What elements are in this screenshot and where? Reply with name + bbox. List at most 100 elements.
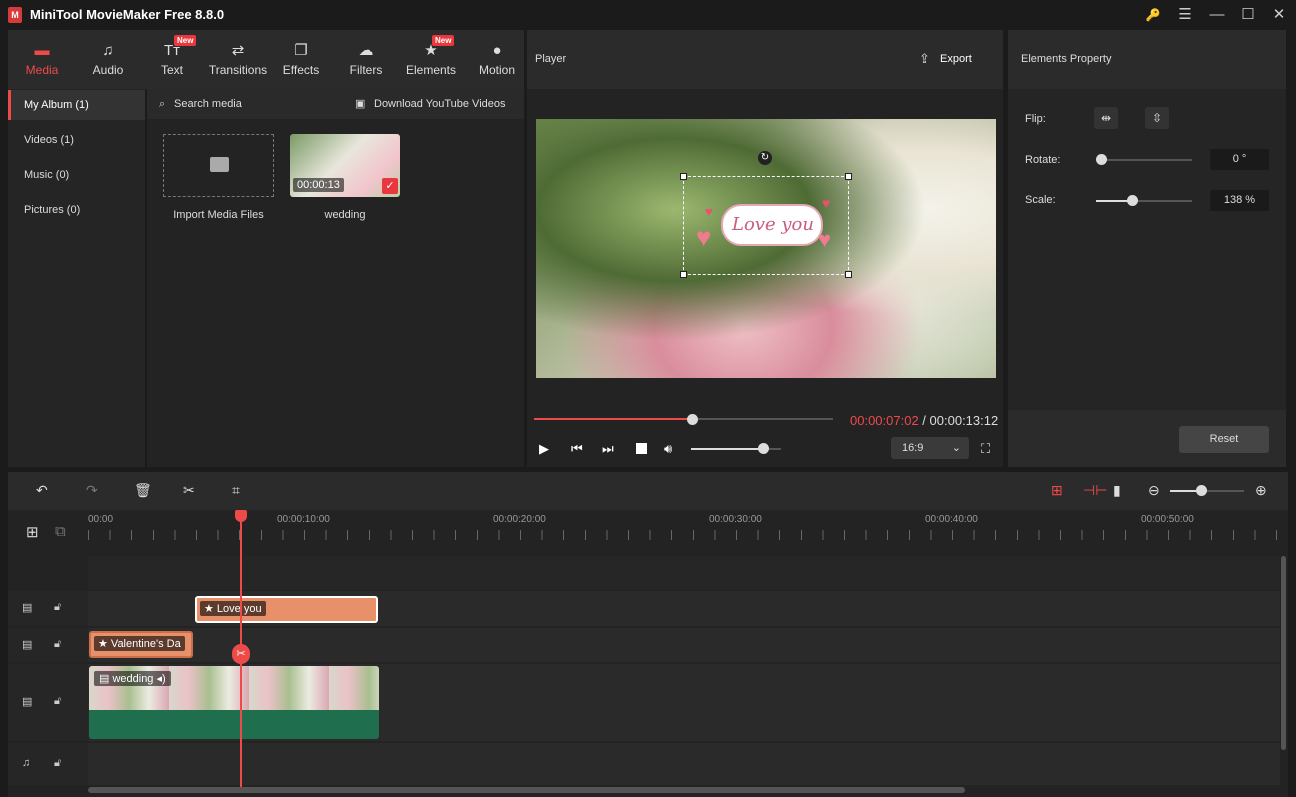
rotate-input[interactable]: 0 °: [1210, 149, 1269, 170]
aspect-ratio-select[interactable]: 16:9 ⌄: [891, 437, 969, 459]
play-icon[interactable]: ▶: [539, 441, 549, 457]
split-icon[interactable]: ✂: [183, 482, 195, 499]
tab-media-label: Media: [25, 63, 59, 77]
ruler-tick-label: 00:00:30:00: [709, 514, 762, 525]
tab-effects-label: Effects: [282, 63, 320, 77]
key-icon[interactable]: 🔑: [1136, 0, 1170, 30]
resize-handle[interactable]: [680, 173, 687, 180]
scale-input[interactable]: 138 %: [1210, 190, 1269, 211]
folder-icon: [210, 157, 229, 172]
stop-icon[interactable]: [636, 443, 647, 454]
properties-footer: Reset: [1008, 410, 1286, 467]
track-header: ▤ 🔓︎: [8, 664, 88, 741]
element-clip[interactable]: ★ Love you: [195, 596, 378, 623]
lock-icon[interactable]: 🔓︎: [54, 757, 61, 770]
scale-label: Scale:: [1025, 194, 1056, 206]
tab-text-label: Text: [160, 63, 183, 77]
zoom-in-icon[interactable]: ⊕: [1255, 482, 1267, 499]
minimize-button[interactable]: —: [1200, 0, 1234, 30]
tab-filters[interactable]: ☁ Filters: [344, 30, 388, 89]
sidebar-item-music[interactable]: Music (0): [8, 160, 145, 190]
heart-icon: ♥: [696, 222, 712, 252]
lock-icon[interactable]: 🔓︎: [54, 695, 61, 708]
rotate-knob[interactable]: [1096, 154, 1107, 165]
split-scissors-icon[interactable]: ✂: [232, 644, 250, 664]
rotate-slider[interactable]: [1096, 159, 1192, 161]
previous-frame-icon[interactable]: ⏮: [571, 441, 583, 457]
star-icon: ★: [98, 638, 111, 650]
ruler-tick-label: 00:00: [88, 514, 114, 525]
maximize-button[interactable]: ☐: [1231, 0, 1265, 30]
video-clip[interactable]: ▤ wedding ◂): [89, 666, 379, 739]
time-separator: /: [918, 413, 930, 428]
undo-icon[interactable]: ↶: [36, 482, 48, 499]
star-icon: ★: [204, 603, 217, 615]
effects-icon: ❐: [294, 42, 308, 59]
ruler-tick-label: 00:00:50:00: [1141, 514, 1194, 525]
sidebar-item-pictures[interactable]: Pictures (0): [8, 195, 145, 225]
scale-knob[interactable]: [1127, 195, 1138, 206]
tab-media[interactable]: ▬ Media: [20, 30, 64, 89]
tab-audio[interactable]: ♫ Audio: [86, 30, 130, 89]
crop-icon[interactable]: ⌗: [232, 482, 240, 499]
player-header: Player ⇪ Export: [527, 30, 1003, 89]
check-icon: ✓: [382, 178, 398, 194]
audio-mixer-icon[interactable]: ▮: [1113, 482, 1121, 499]
redo-icon[interactable]: ↷: [86, 482, 98, 499]
tab-effects[interactable]: ❐ Effects: [278, 30, 324, 89]
vertical-scrollbar[interactable]: [1281, 556, 1286, 750]
horizontal-scrollbar[interactable]: [88, 787, 965, 793]
export-button[interactable]: Export: [940, 53, 972, 65]
sidebar-item-my-album[interactable]: My Album (1): [8, 90, 145, 120]
import-media-button[interactable]: [163, 134, 274, 197]
lock-icon[interactable]: 🔓︎: [54, 601, 61, 614]
sidebar-item-videos[interactable]: Videos (1): [8, 125, 145, 155]
remove-track-icon[interactable]: ⧉: [55, 523, 66, 540]
fullscreen-icon[interactable]: ⛶: [981, 441, 990, 457]
playhead-handle[interactable]: [235, 510, 247, 522]
film-icon: ▤: [22, 639, 33, 651]
resize-handle[interactable]: [845, 173, 852, 180]
next-frame-icon[interactable]: ⏭: [602, 441, 614, 457]
resize-handle[interactable]: [680, 271, 687, 278]
text-clip[interactable]: ★ Valentine's Da: [89, 631, 193, 658]
volume-icon[interactable]: 🔊︎: [664, 441, 672, 457]
lock-icon[interactable]: 🔓︎: [54, 638, 61, 651]
search-icon: ⌕: [159, 98, 166, 110]
flip-vertical-button[interactable]: ⇳: [1145, 107, 1169, 129]
timeline-ruler[interactable]: 00:00 00:00:10:00 00:00:20:00 00:00:30:0…: [88, 510, 1280, 550]
fit-timeline-icon[interactable]: ⊞: [1051, 482, 1063, 499]
audio-waveform: [89, 710, 379, 739]
text-track: [88, 628, 1280, 662]
current-time: 00:00:07:02: [850, 413, 919, 428]
app-title: MiniTool MovieMaker Free 8.8.0: [30, 7, 225, 22]
timeline-toolbar: ↶ ↷ 🗑︎ ✂ ⌗ ⊞ ⊣⊢ ▮ ⊖ ⊕: [8, 472, 1288, 510]
search-input[interactable]: Search media: [174, 98, 242, 110]
volume-knob[interactable]: [758, 443, 769, 454]
video-clip-label: ▤ wedding ◂): [94, 671, 171, 686]
download-youtube-link[interactable]: Download YouTube Videos: [374, 98, 506, 110]
heart-icon: ♥: [818, 227, 832, 252]
video-preview[interactable]: Love you ♥ ♥ ♥ ♥ ↻: [536, 119, 996, 378]
tab-elements[interactable]: New ★ Elements: [404, 30, 458, 89]
delete-icon[interactable]: 🗑︎: [134, 482, 152, 499]
zoom-knob[interactable]: [1196, 485, 1207, 496]
zoom-out-icon[interactable]: ⊖: [1148, 482, 1160, 499]
flip-horizontal-button[interactable]: ⇹: [1094, 107, 1118, 129]
rotate-handle-icon[interactable]: ↻: [758, 151, 772, 165]
music-note-icon: ♫: [22, 757, 31, 769]
resize-handle[interactable]: [845, 271, 852, 278]
tab-text[interactable]: New Tт Text: [150, 30, 197, 89]
media-thumbnail-wedding[interactable]: 00:00:13 ✓: [290, 134, 400, 197]
tab-transitions[interactable]: ⇄ Transitions: [206, 30, 270, 89]
add-track-icon[interactable]: ⊞: [26, 523, 39, 541]
close-button[interactable]: ✕: [1262, 0, 1296, 30]
track-header: ▤ 🔓︎: [8, 591, 88, 626]
snap-icon[interactable]: ⊣⊢: [1083, 482, 1107, 499]
tab-motion[interactable]: ● Motion: [476, 30, 518, 89]
menu-icon[interactable]: ☰: [1168, 0, 1202, 30]
tab-audio-label: Audio: [92, 63, 124, 77]
reset-button[interactable]: Reset: [1179, 426, 1269, 453]
volume-icon: ◂): [153, 673, 166, 685]
ruler-tick-label: 00:00:40:00: [925, 514, 978, 525]
